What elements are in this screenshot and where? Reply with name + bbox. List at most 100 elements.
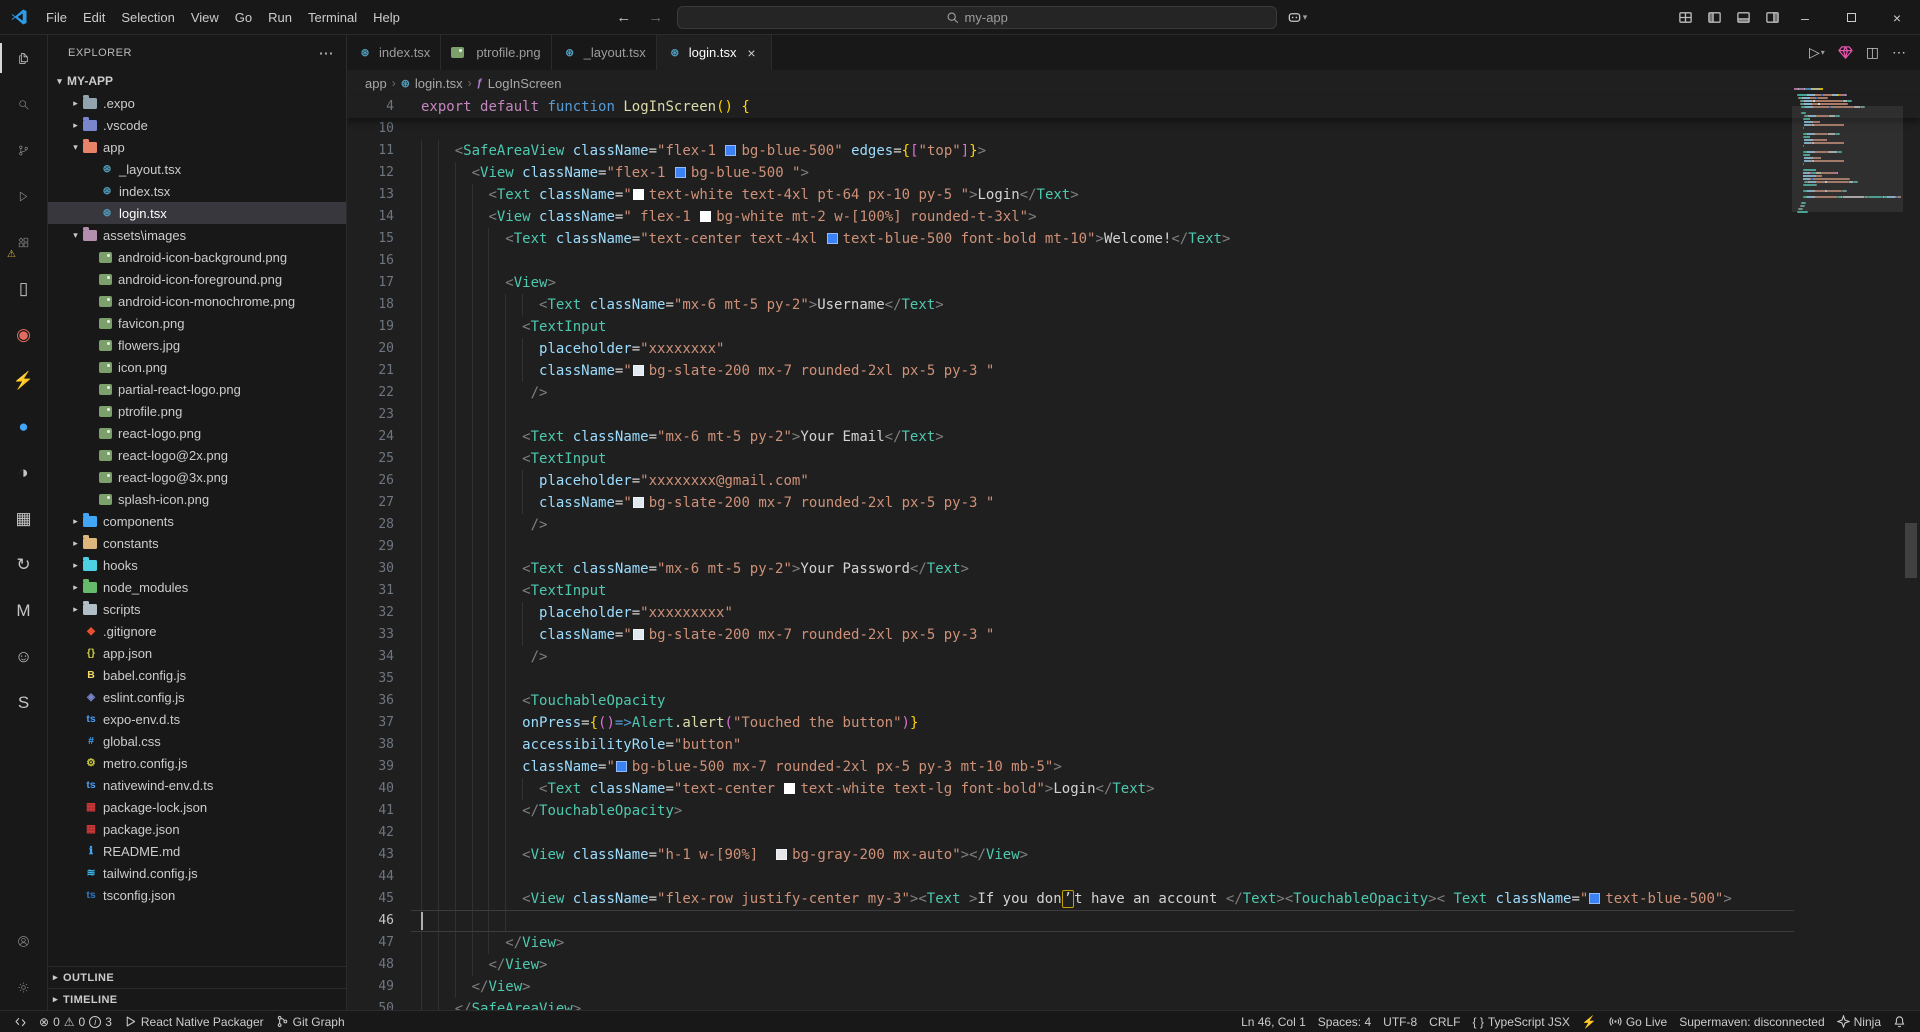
tree-file-package-json[interactable]: ▦package.json xyxy=(48,818,346,840)
menu-view[interactable]: View xyxy=(183,0,227,35)
line-number[interactable]: 30 xyxy=(347,558,394,580)
line-number[interactable]: 26 xyxy=(347,470,394,492)
line-number[interactable]: 24 xyxy=(347,426,394,448)
activity-ext-mobile[interactable]: ▯ xyxy=(0,265,47,311)
line-number[interactable]: 17 xyxy=(347,272,394,294)
tree-folder-constants[interactable]: ▸constants xyxy=(48,532,346,554)
code-line-12[interactable]: 12 <View className="flex-1 bg-blue-500 "… xyxy=(347,162,1794,184)
line-number[interactable]: 11 xyxy=(347,140,394,162)
code-line-41[interactable]: 41 </TouchableOpacity> xyxy=(347,800,1794,822)
line-number[interactable]: 41 xyxy=(347,800,394,822)
tab-ptrofile-png[interactable]: ptrofile.png xyxy=(441,35,551,70)
line-number[interactable]: 20 xyxy=(347,338,394,360)
section-outline[interactable]: ▸OUTLINE xyxy=(48,966,346,988)
tab-layout-tsx[interactable]: ⊛_layout.tsx xyxy=(552,35,657,70)
status-remote-indicator[interactable] xyxy=(8,1011,33,1032)
section-timeline[interactable]: ▸TIMELINE xyxy=(48,988,346,1010)
code-line-49[interactable]: 49 </View> xyxy=(347,976,1794,998)
activity-ext-m[interactable]: M xyxy=(0,587,47,633)
tree-folder-node-modules[interactable]: ▸node_modules xyxy=(48,576,346,598)
line-number[interactable]: 29 xyxy=(347,536,394,558)
line-number[interactable]: 37 xyxy=(347,712,394,734)
code-line-27[interactable]: 27 className="bg-slate-200 mx-7 rounded-… xyxy=(347,492,1794,514)
tree-file-ptrofile-png[interactable]: ptrofile.png xyxy=(48,400,346,422)
line-number[interactable]: 31 xyxy=(347,580,394,602)
status-notifications[interactable] xyxy=(1887,1011,1912,1032)
line-number[interactable]: 14 xyxy=(347,206,394,228)
tab-index-tsx[interactable]: ⊛index.tsx xyxy=(347,35,441,70)
tree-file-android-icon-foreground-png[interactable]: android-icon-foreground.png xyxy=(48,268,346,290)
menu-help[interactable]: Help xyxy=(365,0,408,35)
tree-file-android-icon-monochrome-png[interactable]: android-icon-monochrome.png xyxy=(48,290,346,312)
explorer-root[interactable]: ▾MY-APP xyxy=(48,70,346,92)
status-port-indicator[interactable]: ⚡ xyxy=(1576,1011,1603,1032)
line-number[interactable]: 36 xyxy=(347,690,394,712)
code-line-44[interactable]: 44 xyxy=(347,866,1794,888)
code-line-35[interactable]: 35 xyxy=(347,668,1794,690)
code-line-50[interactable]: 50 </SafeAreaView> xyxy=(347,998,1794,1010)
line-number[interactable]: 45 xyxy=(347,888,394,910)
activity-ext-thunder[interactable]: ⚡ xyxy=(0,357,47,403)
activity-run-debug[interactable] xyxy=(0,173,47,219)
code-line-17[interactable]: 17 <View> xyxy=(347,272,1794,294)
minimap-slider[interactable] xyxy=(1792,106,1903,212)
tree-file-favicon-png[interactable]: favicon.png xyxy=(48,312,346,334)
activity-ext-user[interactable]: ☺ xyxy=(0,633,47,679)
tree-file-global-css[interactable]: #global.css xyxy=(48,730,346,752)
layout-sidebar-left-icon[interactable] xyxy=(1707,10,1722,25)
line-number[interactable]: 4 xyxy=(347,96,394,118)
line-number[interactable]: 44 xyxy=(347,866,394,888)
code-line-20[interactable]: 20 placeholder="xxxxxxxx" xyxy=(347,338,1794,360)
tree-file-index-tsx[interactable]: ⊛index.tsx xyxy=(48,180,346,202)
nav-back-icon[interactable]: ← xyxy=(613,9,635,26)
tree-file-splash-icon-png[interactable]: splash-icon.png xyxy=(48,488,346,510)
line-number[interactable]: 23 xyxy=(347,404,394,426)
code-line-26[interactable]: 26 placeholder="xxxxxxxx@gmail.com" xyxy=(347,470,1794,492)
code-line-32[interactable]: 32 placeholder="xxxxxxxxx" xyxy=(347,602,1794,624)
line-number[interactable]: 32 xyxy=(347,602,394,624)
tree-folder-app[interactable]: ▾app xyxy=(48,136,346,158)
line-number[interactable]: 13 xyxy=(347,184,394,206)
tree-folder-expo[interactable]: ▸.expo xyxy=(48,92,346,114)
tree-file-eslint-config-js[interactable]: ◈eslint.config.js xyxy=(48,686,346,708)
activity-settings[interactable] xyxy=(0,964,47,1010)
line-number[interactable]: 15 xyxy=(347,228,394,250)
status-console-ninja[interactable]: Ninja xyxy=(1831,1011,1887,1032)
explorer-more-actions-icon[interactable]: ⋯ xyxy=(319,44,335,62)
status-git-graph[interactable]: Git Graph xyxy=(270,1011,351,1032)
code-line-19[interactable]: 19 <TextInput xyxy=(347,316,1794,338)
status-language-mode[interactable]: { }TypeScript JSX xyxy=(1467,1011,1576,1032)
line-number[interactable]: 21 xyxy=(347,360,394,382)
activity-ext-grid[interactable]: ▦ xyxy=(0,495,47,541)
code-line-21[interactable]: 21 className="bg-slate-200 mx-7 rounded-… xyxy=(347,360,1794,382)
menu-edit[interactable]: Edit xyxy=(75,0,113,35)
status-encoding[interactable]: UTF-8 xyxy=(1377,1011,1423,1032)
breadcrumb-item[interactable]: login.tsx xyxy=(415,76,463,91)
tree-file-readme-md[interactable]: ℹREADME.md xyxy=(48,840,346,862)
menu-terminal[interactable]: Terminal xyxy=(300,0,365,35)
supermaven-gem-button[interactable] xyxy=(1838,45,1853,60)
tree-file-layout-tsx[interactable]: ⊛_layout.tsx xyxy=(48,158,346,180)
tree-file-react-logo-png[interactable]: react-logo.png xyxy=(48,422,346,444)
code-line-39[interactable]: 39 className="bg-blue-500 mx-7 rounded-2… xyxy=(347,756,1794,778)
layout-sidebar-right-icon[interactable] xyxy=(1765,10,1780,25)
menu-selection[interactable]: Selection xyxy=(113,0,182,35)
tree-folder-hooks[interactable]: ▸hooks xyxy=(48,554,346,576)
line-number[interactable]: 25 xyxy=(347,448,394,470)
tree-folder-scripts[interactable]: ▸scripts xyxy=(48,598,346,620)
layout-grid-icon[interactable] xyxy=(1678,10,1693,25)
activity-ext-emulator[interactable]: ◉ xyxy=(0,311,47,357)
code-line-48[interactable]: 48 </View> xyxy=(347,954,1794,976)
line-number[interactable]: 33 xyxy=(347,624,394,646)
tree-folder-vscode[interactable]: ▸.vscode xyxy=(48,114,346,136)
code-line-14[interactable]: 14 <View className=" flex-1 bg-white mt-… xyxy=(347,206,1794,228)
command-center-search[interactable]: my-app xyxy=(677,6,1277,29)
tree-folder-components[interactable]: ▸components xyxy=(48,510,346,532)
code-line-24[interactable]: 24 <Text className="mx-6 mt-5 py-2">Your… xyxy=(347,426,1794,448)
line-number[interactable]: 46 xyxy=(347,910,394,932)
code-line-23[interactable]: 23 xyxy=(347,404,1794,426)
close-button[interactable]: × xyxy=(1874,0,1920,35)
code-line-29[interactable]: 29 xyxy=(347,536,1794,558)
status-supermaven[interactable]: Supermaven: disconnected xyxy=(1673,1011,1830,1032)
activity-accounts[interactable] xyxy=(0,918,47,964)
